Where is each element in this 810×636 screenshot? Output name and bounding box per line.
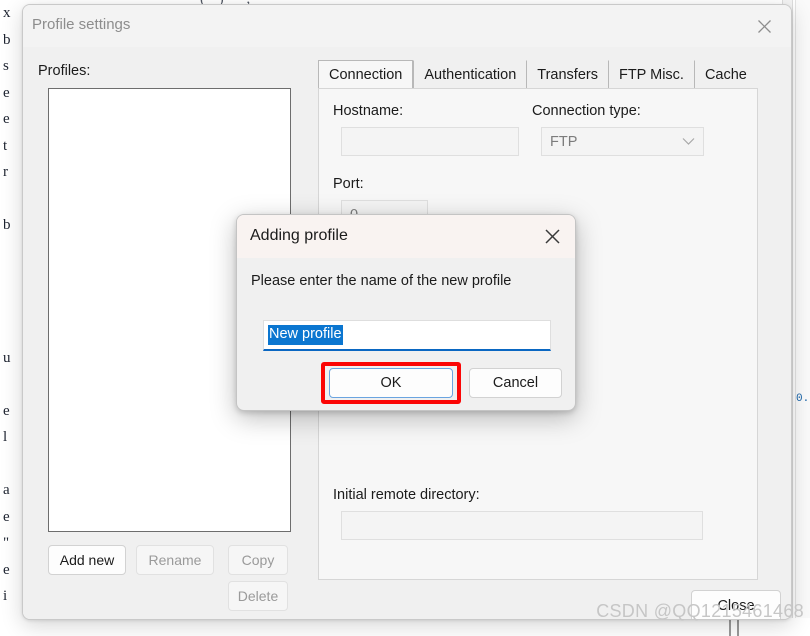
dialog-message: Please enter the name of the new profile bbox=[251, 273, 512, 289]
tab-ftp-misc[interactable]: FTP Misc. bbox=[607, 60, 694, 89]
rename-button[interactable]: Rename bbox=[136, 545, 214, 575]
profiles-label: Profiles: bbox=[38, 63, 91, 79]
background-bottom-strip bbox=[0, 618, 810, 636]
background-tick bbox=[729, 618, 731, 636]
dialog-titlebar: Adding profile bbox=[237, 215, 575, 258]
ok-button[interactable]: OK bbox=[329, 368, 453, 398]
hostname-input[interactable] bbox=[341, 127, 519, 156]
window-titlebar: Profile settings bbox=[23, 5, 791, 47]
delete-button[interactable]: Delete bbox=[228, 581, 288, 611]
connection-type-value: FTP bbox=[550, 133, 578, 150]
page-title: Profile settings bbox=[32, 16, 131, 33]
dialog-title: Adding profile bbox=[250, 227, 348, 244]
tab-connection[interactable]: Connection bbox=[318, 60, 414, 90]
tab-authentication[interactable]: Authentication bbox=[413, 60, 527, 89]
background-tick bbox=[737, 618, 739, 636]
dialog-surface: Adding profile Please enter the name of … bbox=[236, 214, 576, 411]
adding-profile-dialog: Adding profile Please enter the name of … bbox=[236, 214, 576, 411]
connection-type-select[interactable]: FTP bbox=[541, 127, 704, 156]
add-new-button[interactable]: Add new bbox=[48, 545, 126, 575]
tab-cache[interactable]: Cache bbox=[693, 60, 757, 89]
tab-strip: Connection Authentication Transfers FTP … bbox=[318, 60, 758, 90]
close-button[interactable]: Close bbox=[691, 590, 781, 619]
profile-name-input-value: New profile bbox=[268, 325, 343, 345]
close-icon[interactable] bbox=[533, 219, 571, 253]
chevron-down-icon bbox=[682, 135, 695, 149]
cancel-button[interactable]: Cancel bbox=[469, 368, 562, 398]
tab-transfers[interactable]: Transfers bbox=[526, 60, 608, 89]
profile-name-input[interactable]: New profile bbox=[263, 320, 551, 351]
connection-type-label: Connection type: bbox=[532, 103, 641, 119]
hostname-label: Hostname: bbox=[333, 103, 404, 119]
initial-remote-directory-label: Initial remote directory: bbox=[333, 487, 480, 503]
initial-remote-directory-input[interactable] bbox=[341, 511, 703, 540]
close-icon[interactable] bbox=[743, 9, 785, 43]
minimap-surface[interactable] bbox=[795, 0, 810, 636]
copy-button[interactable]: Copy bbox=[228, 545, 288, 575]
background-code-fragment: 0.. bbox=[796, 393, 810, 405]
port-label: Port: bbox=[333, 176, 364, 192]
